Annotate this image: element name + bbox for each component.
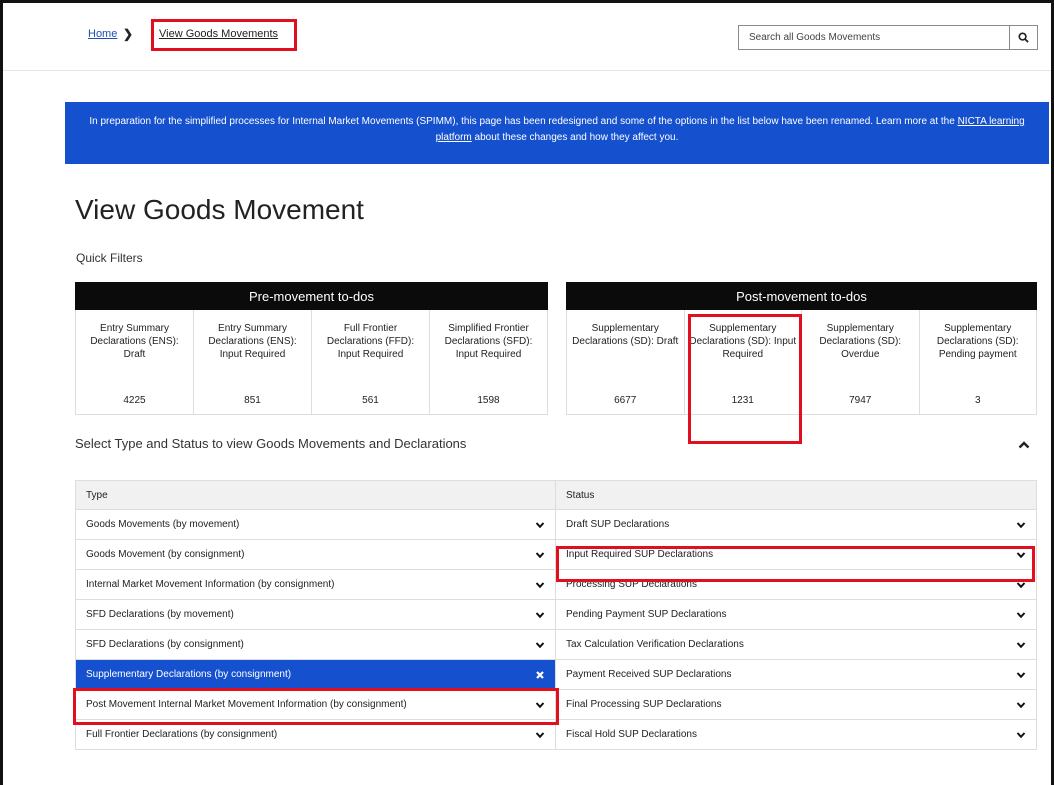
tile-label: Full Frontier Declarations (FFD): Input … xyxy=(326,323,415,360)
status-row[interactable]: Draft SUP Declarations xyxy=(556,510,1037,540)
status-row-label: Fiscal Hold SUP Declarations xyxy=(566,729,697,740)
banner-text-before: In preparation for the simplified proces… xyxy=(89,116,958,127)
status-row[interactable]: Processing SUP Declarations xyxy=(556,570,1037,600)
tile-count: 3 xyxy=(974,395,981,406)
type-row-label: Goods Movements (by movement) xyxy=(86,519,240,530)
breadcrumb-current-link[interactable]: View Goods Movements xyxy=(159,28,278,40)
search-input[interactable] xyxy=(739,26,1009,49)
status-row[interactable]: Fiscal Hold SUP Declarations xyxy=(556,720,1037,750)
quick-filter-sd-draft[interactable]: Supplementary Declarations (SD): Draft 6… xyxy=(567,310,685,414)
tile-label: Supplementary Declarations (SD): Pending… xyxy=(936,323,1019,360)
post-movement-tiles: Supplementary Declarations (SD): Draft 6… xyxy=(566,310,1037,415)
type-row-label: Internal Market Movement Information (by… xyxy=(86,579,335,590)
type-row-label: Goods Movement (by consignment) xyxy=(86,549,245,560)
tile-count: 561 xyxy=(362,395,379,406)
chevron-down-icon xyxy=(1016,611,1026,618)
tile-label: Simplified Frontier Declarations (SFD): … xyxy=(444,323,533,360)
tile-label: Supplementary Declarations (SD): Input R… xyxy=(689,323,797,360)
chevron-down-icon xyxy=(1016,521,1026,528)
type-row-selected[interactable]: Supplementary Declarations (by consignme… xyxy=(75,660,556,690)
tile-count: 7947 xyxy=(849,395,872,406)
quick-filter-sfd-input-required[interactable]: Simplified Frontier Declarations (SFD): … xyxy=(430,310,547,414)
status-row-label: Draft SUP Declarations xyxy=(566,519,670,530)
chevron-up-icon xyxy=(1018,441,1030,449)
chevron-down-icon xyxy=(1016,581,1026,588)
banner-text-after: about these changes and how they affect … xyxy=(471,132,679,143)
chevron-down-icon xyxy=(535,521,545,528)
status-row[interactable]: Input Required SUP Declarations xyxy=(556,540,1037,570)
type-row[interactable]: Full Frontier Declarations (by consignme… xyxy=(75,720,556,750)
status-row-label: Payment Received SUP Declarations xyxy=(566,669,732,680)
chevron-down-icon xyxy=(1016,551,1026,558)
search-icon xyxy=(1018,32,1029,43)
pre-movement-panel: Pre-movement to-dos Entry Summary Declar… xyxy=(75,282,548,415)
chevron-down-icon xyxy=(1016,671,1026,678)
breadcrumb-separator-icon: ❯ xyxy=(123,27,134,41)
type-row-label: Full Frontier Declarations (by consignme… xyxy=(86,729,278,740)
chevron-down-icon xyxy=(535,581,545,588)
search-button[interactable] xyxy=(1009,26,1037,49)
chevron-down-icon xyxy=(1016,731,1026,738)
collapse-section-button[interactable] xyxy=(1013,436,1035,454)
type-row-label: Supplementary Declarations (by consignme… xyxy=(86,669,292,680)
type-row-label: SFD Declarations (by movement) xyxy=(86,609,234,620)
post-movement-title: Post-movement to-dos xyxy=(566,282,1037,310)
status-row[interactable]: Tax Calculation Verification Declaration… xyxy=(556,630,1037,660)
tile-count: 6677 xyxy=(614,395,637,406)
type-row-label: Post Movement Internal Market Movement I… xyxy=(86,699,407,710)
tile-label: Entry Summary Declarations (ENS): Input … xyxy=(208,323,297,360)
status-row-label: Pending Payment SUP Declarations xyxy=(566,609,727,620)
type-column: Type Goods Movements (by movement) Goods… xyxy=(75,480,556,750)
chevron-down-icon xyxy=(1016,701,1026,708)
status-row[interactable]: Final Processing SUP Declarations xyxy=(556,690,1037,720)
chevron-down-icon xyxy=(1016,641,1026,648)
search-box xyxy=(738,25,1038,50)
status-row-label: Input Required SUP Declarations xyxy=(566,549,714,560)
page-title: View Goods Movement xyxy=(75,194,364,225)
chevron-down-icon xyxy=(535,551,545,558)
status-row[interactable]: Payment Received SUP Declarations xyxy=(556,660,1037,690)
chevron-down-icon xyxy=(535,731,545,738)
type-row[interactable]: Goods Movements (by movement) xyxy=(75,510,556,540)
tile-count: 1231 xyxy=(731,395,754,406)
close-icon[interactable] xyxy=(535,670,545,680)
quick-filter-sd-overdue[interactable]: Supplementary Declarations (SD): Overdue… xyxy=(802,310,920,414)
quick-filter-sd-pending-payment[interactable]: Supplementary Declarations (SD): Pending… xyxy=(920,310,1037,414)
chevron-down-icon xyxy=(535,641,545,648)
type-column-header: Type xyxy=(75,480,556,510)
quick-filters-label: Quick Filters xyxy=(76,251,143,265)
tile-count: 851 xyxy=(244,395,261,406)
pre-movement-tiles: Entry Summary Declarations (ENS): Draft … xyxy=(75,310,548,415)
top-bar: Home ❯ View Goods Movements xyxy=(3,3,1051,71)
quick-filter-sd-input-required[interactable]: Supplementary Declarations (SD): Input R… xyxy=(685,310,802,414)
type-row[interactable]: Internal Market Movement Information (by… xyxy=(75,570,556,600)
status-row-label: Final Processing SUP Declarations xyxy=(566,699,722,710)
type-row[interactable]: Post Movement Internal Market Movement I… xyxy=(75,690,556,720)
type-row[interactable]: SFD Declarations (by movement) xyxy=(75,600,556,630)
type-row-label: SFD Declarations (by consignment) xyxy=(86,639,244,650)
page-frame: Home ❯ View Goods Movements In preparati… xyxy=(0,0,1054,785)
chevron-down-icon xyxy=(535,611,545,618)
breadcrumb-home-link[interactable]: Home xyxy=(88,28,117,40)
info-banner: In preparation for the simplified proces… xyxy=(65,102,1049,164)
tile-count: 4225 xyxy=(123,395,146,406)
quick-filter-ffd-input-required[interactable]: Full Frontier Declarations (FFD): Input … xyxy=(312,310,430,414)
type-row[interactable]: SFD Declarations (by consignment) xyxy=(75,630,556,660)
quick-filter-ens-draft[interactable]: Entry Summary Declarations (ENS): Draft … xyxy=(76,310,194,414)
select-section-heading: Select Type and Status to view Goods Mov… xyxy=(75,436,467,451)
tile-label: Supplementary Declarations (SD): Overdue xyxy=(819,323,902,360)
tile-count: 1598 xyxy=(477,395,500,406)
quick-filter-ens-input-required[interactable]: Entry Summary Declarations (ENS): Input … xyxy=(194,310,312,414)
post-movement-panel: Post-movement to-dos Supplementary Decla… xyxy=(566,282,1037,415)
pre-movement-title: Pre-movement to-dos xyxy=(75,282,548,310)
status-row-label: Processing SUP Declarations xyxy=(566,579,697,590)
tile-label: Supplementary Declarations (SD): Draft xyxy=(572,323,679,347)
status-row-label: Tax Calculation Verification Declaration… xyxy=(566,639,744,650)
status-column: Status Draft SUP Declarations Input Requ… xyxy=(556,480,1037,750)
status-column-header: Status xyxy=(556,480,1037,510)
status-row[interactable]: Pending Payment SUP Declarations xyxy=(556,600,1037,630)
type-row[interactable]: Goods Movement (by consignment) xyxy=(75,540,556,570)
tile-label: Entry Summary Declarations (ENS): Draft xyxy=(90,323,179,360)
chevron-down-icon xyxy=(535,701,545,708)
